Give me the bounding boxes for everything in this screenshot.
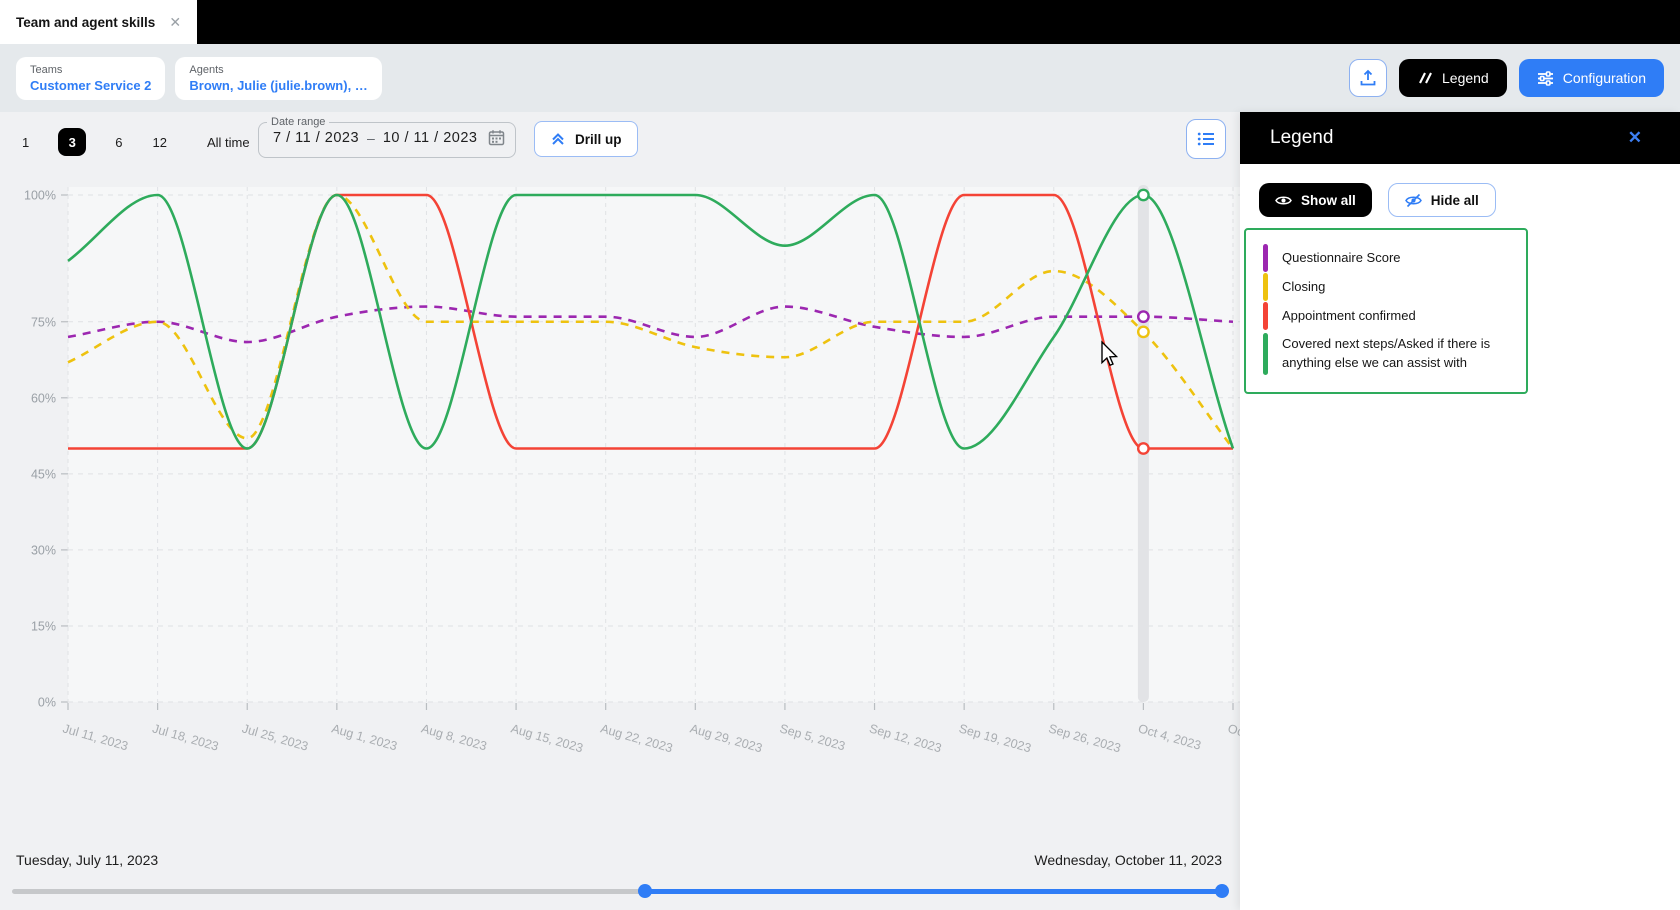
eye-off-icon — [1404, 193, 1422, 207]
legend-item-label: Closing — [1282, 278, 1326, 294]
svg-text:Sep 12, 2023: Sep 12, 2023 — [868, 721, 943, 755]
legend-panel-header: Legend ✕ — [1240, 112, 1680, 164]
show-all-button[interactable]: Show all — [1259, 183, 1372, 217]
teams-filter-chip[interactable]: Teams Customer Service 2 — [16, 56, 166, 100]
legend-button-label: Legend — [1442, 70, 1489, 86]
svg-text:45%: 45% — [31, 467, 56, 481]
legend-strokes-icon — [1419, 72, 1432, 84]
legend-item-label: Questionnaire Score — [1282, 249, 1401, 265]
date-range-field[interactable]: Date range 7 / 11 / 2023 – 10 / 11 / 202… — [258, 116, 516, 158]
legend-panel-buttons: Show all Hide all — [1259, 183, 1496, 217]
drill-up-label: Drill up — [575, 131, 622, 147]
agents-filter-label: Agents — [189, 63, 224, 76]
tab-close-icon[interactable]: ✕ — [169, 14, 181, 31]
legend-item-questionnaire-score[interactable]: Questionnaire Score — [1263, 244, 1510, 272]
date-range-separator: – — [367, 129, 375, 146]
show-all-label: Show all — [1301, 192, 1356, 208]
range-1[interactable]: 1 — [0, 135, 44, 150]
legend-button[interactable]: Legend — [1399, 59, 1507, 97]
svg-text:75%: 75% — [31, 315, 56, 329]
header: Teams Customer Service 2 Agents Brown, J… — [0, 44, 1680, 112]
timeline-end-label: Wednesday, October 11, 2023 — [1034, 852, 1222, 868]
tab-team-and-agent-skills[interactable]: Team and agent skills ✕ — [0, 0, 198, 44]
list-icon — [1197, 132, 1214, 146]
date-range-label: Date range — [271, 116, 326, 128]
svg-text:Sep 19, 2023: Sep 19, 2023 — [957, 721, 1032, 755]
header-actions: Legend Configuration — [1349, 59, 1664, 97]
svg-text:Jul 25, 2023: Jul 25, 2023 — [240, 721, 309, 753]
svg-text:15%: 15% — [31, 619, 56, 633]
legend-panel-title: Legend — [1270, 127, 1334, 148]
timeline-start-label: Tuesday, July 11, 2023 — [16, 852, 159, 868]
slider-handle-end[interactable] — [1215, 884, 1229, 898]
svg-text:Jul 18, 2023: Jul 18, 2023 — [151, 721, 220, 753]
export-button[interactable] — [1349, 59, 1387, 97]
svg-text:Aug 15, 2023: Aug 15, 2023 — [509, 721, 584, 755]
svg-text:30%: 30% — [31, 543, 56, 557]
legend-item-label: Appointment confirmed — [1282, 307, 1416, 323]
tab-title: Team and agent skills — [16, 14, 156, 30]
agents-filter-value: Brown, Julie (julie.brown), … — [189, 77, 368, 93]
svg-text:Sep 26, 2023: Sep 26, 2023 — [1047, 721, 1122, 755]
timeline-range-slider[interactable] — [12, 884, 1229, 898]
sliders-icon — [1537, 70, 1553, 86]
calendar-icon[interactable] — [488, 129, 505, 146]
range-3-selected[interactable]: 3 — [58, 128, 87, 156]
legend-item-covered-next-steps[interactable]: Covered next steps/Asked if there is any… — [1263, 331, 1510, 377]
legend-items-box: Questionnaire Score Closing Appointment … — [1244, 228, 1528, 394]
legend-color-bar — [1263, 244, 1268, 272]
selected-point-marker — [1136, 188, 1150, 202]
legend-color-bar — [1263, 302, 1268, 330]
svg-text:100%: 100% — [24, 189, 56, 203]
tab-bar: Team and agent skills ✕ — [0, 0, 1680, 44]
legend-color-bar — [1263, 332, 1268, 375]
legend-panel-close-icon[interactable]: ✕ — [1628, 128, 1642, 148]
app-root: Team and agent skills ✕ Teams Customer S… — [0, 0, 1680, 910]
agents-filter-chip[interactable]: Agents Brown, Julie (julie.brown), … — [175, 56, 382, 100]
svg-text:Sep 5, 2023: Sep 5, 2023 — [778, 721, 847, 753]
slider-handle-start[interactable] — [638, 884, 652, 898]
double-chevron-up-icon — [552, 133, 564, 145]
chart-region: 1 3 6 12 All time Date range 7 / 11 / 20… — [0, 112, 1240, 910]
teams-filter-label: Teams — [30, 63, 63, 76]
svg-text:0%: 0% — [38, 696, 56, 710]
slider-active-range[interactable] — [645, 889, 1222, 894]
svg-text:60%: 60% — [31, 391, 56, 405]
date-range-values: 7 / 11 / 2023 – 10 / 11 / 2023 — [259, 128, 515, 146]
selected-point-marker — [1136, 325, 1150, 339]
svg-text:Oct 4, 2023: Oct 4, 2023 — [1137, 721, 1203, 752]
drill-up-button[interactable]: Drill up — [534, 121, 638, 157]
svg-text:Aug 8, 2023: Aug 8, 2023 — [420, 721, 489, 753]
legend-panel: Legend ✕ Show all Hide all Questionnaire… — [1240, 112, 1680, 910]
legend-color-bar — [1263, 273, 1268, 301]
legend-item-closing[interactable]: Closing — [1263, 273, 1510, 301]
line-chart[interactable]: 0% 15% 30% 45% 60% 75% 100% Jul 11, 2023 Jul 18,… — [0, 160, 1240, 800]
time-range-selector: 1 3 6 12 All time — [0, 126, 265, 158]
hide-all-label: Hide all — [1430, 192, 1479, 208]
range-6[interactable]: 6 — [100, 135, 137, 150]
svg-text:Aug 22, 2023: Aug 22, 2023 — [599, 721, 674, 755]
svg-text:Jul 11, 2023: Jul 11, 2023 — [61, 721, 129, 753]
export-upload-icon — [1360, 69, 1376, 86]
svg-text:Aug 1, 2023: Aug 1, 2023 — [330, 721, 399, 753]
configuration-button-label: Configuration — [1562, 70, 1646, 86]
configuration-button[interactable]: Configuration — [1518, 59, 1664, 97]
eye-icon — [1275, 196, 1292, 204]
svg-text:Oct 11, 2023: Oct 11, 2023 — [1226, 721, 1240, 754]
range-all-time[interactable]: All time — [182, 135, 265, 150]
teams-filter-value: Customer Service 2 — [30, 77, 152, 93]
selected-point-marker — [1136, 442, 1150, 455]
selected-point-marker — [1136, 310, 1150, 324]
date-range-start[interactable]: 7 / 11 / 2023 — [273, 130, 359, 146]
hide-all-button[interactable]: Hide all — [1387, 183, 1496, 217]
list-view-button[interactable] — [1186, 119, 1226, 159]
range-12[interactable]: 12 — [137, 135, 181, 150]
legend-item-appointment-confirmed[interactable]: Appointment confirmed — [1263, 302, 1510, 330]
svg-text:Aug 29, 2023: Aug 29, 2023 — [688, 721, 763, 755]
legend-item-label: Covered next steps/Asked if there is any… — [1282, 336, 1491, 370]
date-range-end[interactable]: 10 / 11 / 2023 — [383, 130, 478, 146]
